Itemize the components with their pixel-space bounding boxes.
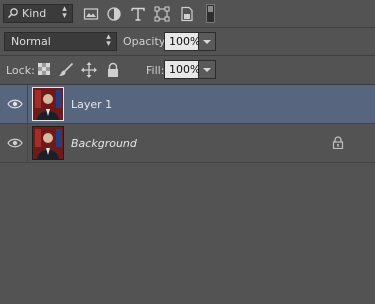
layer-name[interactable]: Layer 1	[71, 98, 112, 111]
visibility-eye-icon[interactable]	[7, 98, 23, 110]
filter-bar: Kind ▴ ▾	[0, 0, 375, 28]
layer-row-divider	[27, 85, 28, 123]
portrait-thumbnail-image	[33, 88, 63, 120]
opacity-label: Opacity:	[123, 35, 169, 48]
opacity-dropdown-button[interactable]	[199, 32, 216, 51]
opacity-value: 100%	[169, 35, 201, 48]
layer-row-background[interactable]: Background	[0, 124, 375, 162]
layer-thumbnail	[32, 87, 64, 121]
kind-filter-select[interactable]: Kind ▴ ▾	[3, 4, 73, 23]
lock-label: Lock:	[6, 64, 35, 77]
fill-value: 100%	[169, 63, 201, 76]
blend-mode-spinner-icon: ▴ ▾	[106, 32, 111, 49]
kind-filter-spinner-icon: ▴ ▾	[62, 4, 67, 21]
blend-mode-select[interactable]: Normal ▴ ▾	[4, 32, 117, 51]
fill-label: Fill:	[146, 64, 165, 77]
image-filter-icon[interactable]	[83, 6, 99, 22]
lock-position-icon[interactable]	[81, 62, 97, 78]
adjustment-filter-icon[interactable]	[106, 6, 122, 22]
kind-filter-label: Kind	[22, 7, 47, 20]
layer-row-layer-1[interactable]: Layer 1	[0, 85, 375, 123]
visibility-eye-icon[interactable]	[7, 137, 23, 149]
lock-transparent-icon[interactable]	[38, 63, 50, 75]
blend-mode-value: Normal	[11, 35, 51, 48]
blend-bar: Normal ▴ ▾ Opacity: 100%	[0, 28, 375, 55]
fill-input[interactable]: 100%	[164, 60, 201, 79]
search-icon	[7, 8, 18, 19]
fill-dropdown-button[interactable]	[199, 60, 216, 79]
layer-row-divider	[27, 124, 28, 162]
portrait-thumbnail-image	[33, 127, 63, 159]
layer-lock-icon[interactable]	[332, 136, 344, 149]
opacity-input[interactable]: 100%	[164, 32, 201, 51]
layer-thumbnail	[32, 126, 64, 160]
filter-toggle-icon[interactable]	[206, 4, 215, 23]
lock-image-icon[interactable]	[58, 62, 74, 78]
lock-bar: Lock: Fill: 100%	[0, 56, 375, 84]
shape-filter-icon[interactable]	[154, 6, 170, 22]
type-filter-icon[interactable]	[130, 6, 146, 22]
layer-separator	[0, 162, 375, 163]
lock-all-icon[interactable]	[105, 62, 121, 78]
smart-object-filter-icon[interactable]	[179, 6, 195, 22]
layer-name[interactable]: Background	[71, 137, 137, 150]
